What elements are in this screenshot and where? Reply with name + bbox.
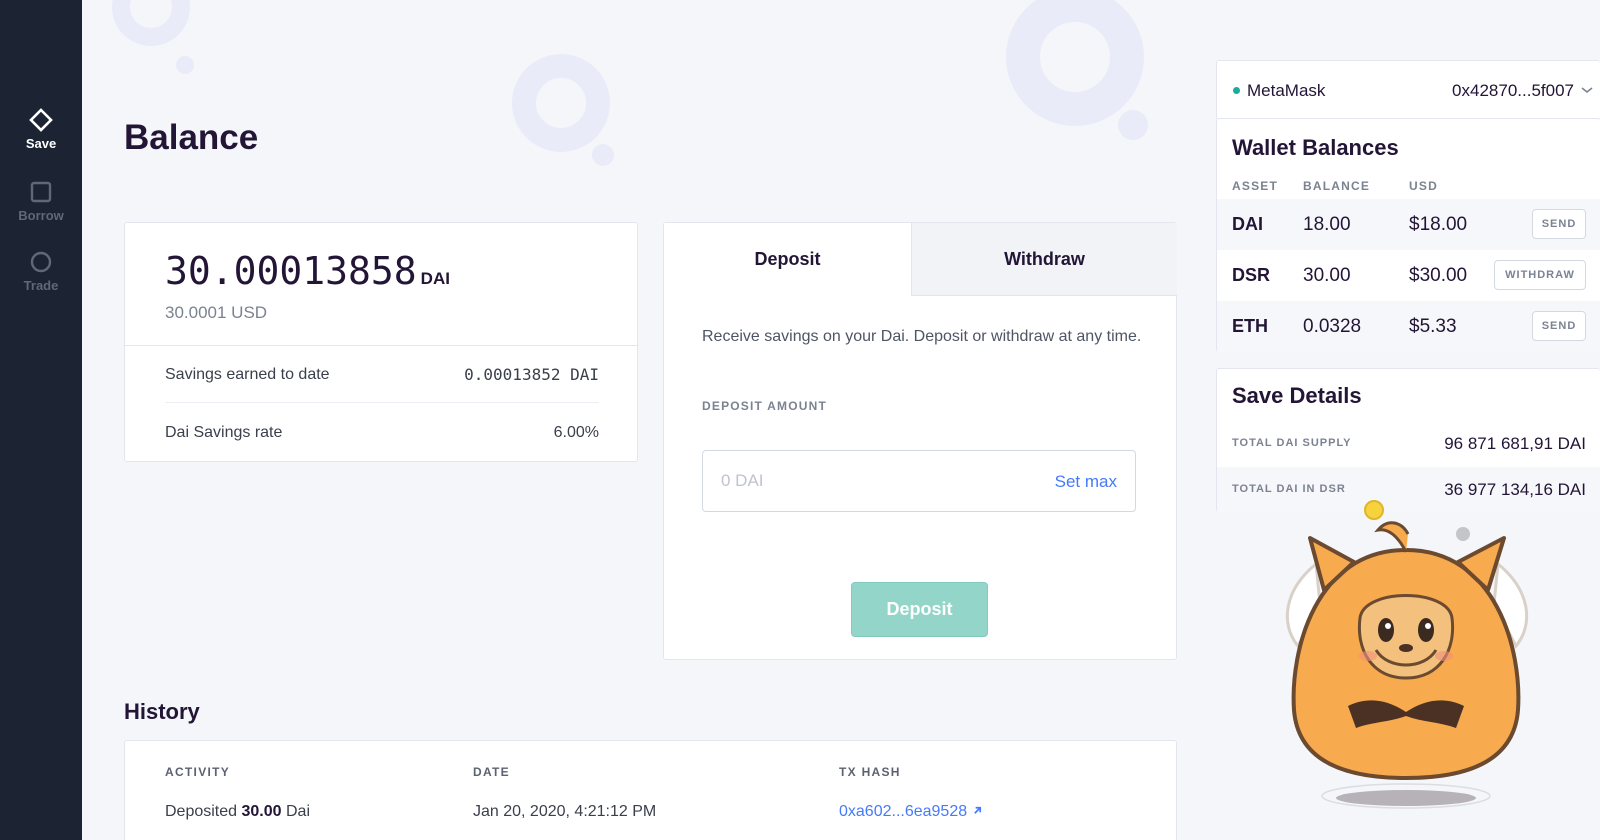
sidebar-item-save[interactable]: Save — [0, 108, 82, 151]
activity-amount: 30.00 — [241, 803, 282, 820]
asset-usd: $18.00 — [1409, 214, 1468, 235]
savings-rate-row: Dai Savings rate 6.00% — [165, 405, 599, 461]
column-header-balance: BALANCE — [1303, 179, 1371, 193]
sidebar-item-label: Trade — [23, 278, 59, 293]
history-table: ACTIVITY DATE TX HASH Deposited 30.00 Da… — [124, 740, 1177, 840]
history-activity: Deposited 30.00 Dai — [165, 803, 310, 821]
detail-value: 36 977 134,16 DAI — [1444, 480, 1586, 499]
detail-value: 96 871 681,91 DAI — [1444, 434, 1586, 453]
column-header-usd: USD — [1409, 179, 1438, 193]
deposit-amount-label: DEPOSIT AMOUNT — [702, 399, 828, 413]
table-row: DSR 30.00 $30.00 WITHDRAW — [1217, 250, 1600, 301]
tab-deposit[interactable]: Deposit — [664, 223, 911, 296]
send-eth-button[interactable]: SEND — [1532, 311, 1586, 341]
wallet-balances-card: Wallet Balances ASSET BALANCE USD DAI 18… — [1216, 118, 1600, 352]
column-header-asset: ASSET — [1232, 179, 1279, 193]
wallet-selector[interactable]: MetaMask 0x42870...5f007 — [1216, 60, 1600, 120]
sidebar: Save Borrow Trade — [0, 0, 82, 840]
sidebar-item-label: Save — [25, 136, 57, 151]
asset-balance: 18.00 — [1303, 214, 1351, 235]
withdraw-dsr-button[interactable]: WITHDRAW — [1494, 260, 1586, 290]
connection-status-dot — [1233, 87, 1240, 94]
external-link-icon — [973, 806, 981, 814]
balance-usd: 30.0001 USD — [165, 303, 268, 322]
savings-rate-label: Dai Savings rate — [165, 424, 283, 441]
decor-dot — [592, 144, 614, 166]
sidebar-item-label: Borrow — [18, 208, 64, 223]
send-dai-button[interactable]: SEND — [1532, 209, 1586, 239]
balance-amount: 30.00013858 DAI — [165, 249, 450, 293]
column-header-tx-hash: TX HASH — [839, 765, 901, 779]
square-icon — [30, 181, 52, 203]
history-date: Jan 20, 2020, 4:21:12 PM — [473, 803, 657, 820]
divider — [125, 345, 637, 346]
decor-ring — [512, 54, 610, 152]
deposit-card: Deposit Withdraw Receive savings on your… — [663, 222, 1177, 660]
chevron-down-icon — [1581, 87, 1593, 94]
savings-rate-value: 6.00% — [553, 424, 599, 441]
history-tx-link[interactable]: 0xa602...6ea9528 — [839, 803, 983, 821]
decor-ring — [112, 0, 190, 46]
balance-unit: DAI — [420, 269, 450, 288]
page-title: Balance — [124, 118, 259, 157]
asset-name: DSR — [1232, 265, 1271, 285]
deposit-amount-input[interactable] — [721, 471, 1001, 491]
savings-earned-row: Savings earned to date 0.00013852 DAI — [165, 347, 599, 403]
activity-suffix: Dai — [286, 803, 311, 820]
diamond-icon — [29, 108, 53, 132]
save-details-title: Save Details — [1232, 383, 1362, 408]
circle-icon — [30, 251, 52, 273]
asset-balance: 0.0328 — [1303, 316, 1362, 337]
set-max-link[interactable]: Set max — [1055, 472, 1117, 492]
balance-card: 30.00013858 DAI 30.0001 USD Savings earne… — [124, 222, 638, 462]
wallet-balances-title: Wallet Balances — [1232, 135, 1399, 160]
save-details-card: Save Details TOTAL DAI SUPPLY 96 871 681… — [1216, 368, 1600, 513]
wallet-address: 0x42870...5f007 — [1452, 81, 1574, 100]
history-title: History — [124, 699, 200, 724]
asset-name: ETH — [1232, 316, 1268, 336]
asset-balance: 30.00 — [1303, 265, 1351, 286]
deposit-description: Receive savings on your Dai. Deposit or … — [702, 328, 1142, 345]
activity-prefix: Deposited — [165, 803, 238, 820]
decor-ring — [1006, 0, 1144, 126]
savings-earned-value: 0.00013852 DAI — [464, 365, 599, 384]
sidebar-item-borrow[interactable]: Borrow — [0, 180, 82, 223]
table-row: DAI 18.00 $18.00 SEND — [1217, 199, 1600, 250]
detail-row-total-supply: TOTAL DAI SUPPLY 96 871 681,91 DAI — [1217, 421, 1600, 467]
column-header-activity: ACTIVITY — [165, 765, 231, 779]
detail-label: TOTAL DAI IN DSR — [1232, 483, 1346, 495]
table-row: ETH 0.0328 $5.33 SEND — [1217, 301, 1600, 352]
decor-dot — [1118, 110, 1148, 140]
tx-hash: 0xa602...6ea9528 — [839, 803, 968, 820]
balance-amount-value: 30.00013858 — [165, 249, 417, 293]
decor-dot — [176, 56, 194, 74]
detail-label: TOTAL DAI SUPPLY — [1232, 437, 1352, 449]
asset-usd: $5.33 — [1409, 316, 1457, 337]
deposit-button[interactable]: Deposit — [851, 582, 988, 637]
tab-withdraw[interactable]: Withdraw — [911, 223, 1177, 296]
asset-usd: $30.00 — [1409, 265, 1468, 286]
column-header-date: DATE — [473, 765, 510, 779]
savings-earned-label: Savings earned to date — [165, 365, 330, 383]
sidebar-item-trade[interactable]: Trade — [0, 250, 82, 293]
wallet-name: MetaMask — [1247, 81, 1326, 100]
asset-name: DAI — [1232, 214, 1263, 234]
deposit-amount-field: Set max — [702, 450, 1136, 512]
mascot-sticker-image — [1285, 500, 1529, 809]
